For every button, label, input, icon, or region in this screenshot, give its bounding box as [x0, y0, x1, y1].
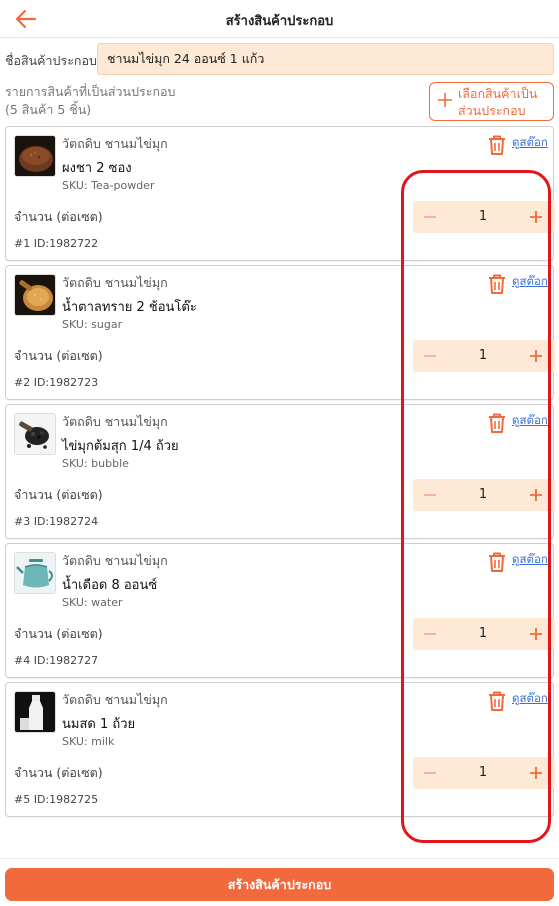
trash-icon[interactable]: [487, 690, 507, 712]
minus-icon[interactable]: [415, 201, 445, 233]
minus-icon[interactable]: [415, 618, 445, 650]
bundle-name-row: ชื่อสินค้าประกอบ: [0, 43, 559, 75]
select-components-label: เลือกสินค้าเป็น ส่วนประกอบ: [458, 86, 538, 118]
page-title: สร้างสินค้าประกอบ: [225, 14, 334, 29]
trash-icon[interactable]: [487, 412, 507, 434]
select-components-button[interactable]: เลือกสินค้าเป็น ส่วนประกอบ: [429, 82, 554, 121]
component-list-header: รายการสินค้าที่เป็นส่วนประกอบ (5 สินค้า …: [5, 83, 175, 119]
item-name: ผงชา 2 ซอง: [62, 161, 132, 176]
qty-value[interactable]: 1: [453, 201, 513, 233]
sugar-image: [14, 274, 56, 316]
plus-icon[interactable]: [521, 618, 551, 650]
quantity-stepper: 1: [413, 340, 555, 372]
plus-icon: [438, 93, 452, 107]
qty-label: จำนวน (ต่อเซต): [14, 209, 103, 224]
item-sku: SKU: water: [62, 596, 123, 609]
component-list-title: รายการสินค้าที่เป็นส่วนประกอบ: [5, 84, 176, 99]
quantity-stepper: 1: [413, 479, 555, 511]
trash-icon[interactable]: [487, 134, 507, 156]
item-category: วัตถดิบ ชานมไข่มุก: [62, 553, 168, 568]
item-name: นมสด 1 ถ้วย: [62, 717, 136, 732]
component-card: วัตถดิบ ชานมไข่มุก น้ำตาลทราย 2 ช้อนโต๊ะ…: [5, 265, 555, 400]
item-sku: SKU: bubble: [62, 457, 129, 470]
item-id: #4 ID:1982727: [14, 654, 99, 667]
item-category: วัตถดิบ ชานมไข่มุก: [62, 275, 168, 290]
trash-icon[interactable]: [487, 273, 507, 295]
bundle-name-label: ชื่อสินค้าประกอบ: [5, 53, 97, 68]
item-id: #5 ID:1982725: [14, 793, 99, 806]
component-card: วัตถดิบ ชานมไข่มุก ไข่มุกต้มสุก 1/4 ถ้วย…: [5, 404, 555, 539]
item-category: วัตถดิบ ชานมไข่มุก: [62, 136, 168, 151]
top-bar: สร้างสินค้าประกอบ: [0, 0, 559, 38]
view-stock-link[interactable]: ดูสต๊อก: [512, 690, 548, 708]
milk-image: [14, 691, 56, 733]
item-name: น้ำเดือด 8 ออนซ์: [62, 578, 158, 593]
qty-label: จำนวน (ต่อเซต): [14, 487, 103, 502]
minus-icon[interactable]: [415, 479, 445, 511]
qty-label: จำนวน (ต่อเซต): [14, 765, 103, 780]
minus-icon[interactable]: [415, 340, 445, 372]
qty-value[interactable]: 1: [453, 479, 513, 511]
view-stock-link[interactable]: ดูสต๊อก: [512, 134, 548, 152]
item-sku: SKU: Tea-powder: [62, 179, 155, 192]
item-id: #1 ID:1982722: [14, 237, 99, 250]
component-card: วัตถดิบ ชานมไข่มุก ผงชา 2 ซอง SKU: Tea-p…: [5, 126, 555, 261]
item-id: #3 ID:1982724: [14, 515, 99, 528]
create-bundle-button[interactable]: สร้างสินค้าประกอบ: [5, 868, 554, 901]
item-name: น้ำตาลทราย 2 ช้อนโต๊ะ: [62, 300, 197, 315]
view-stock-link[interactable]: ดูสต๊อก: [512, 273, 548, 291]
plus-icon[interactable]: [521, 340, 551, 372]
view-stock-link[interactable]: ดูสต๊อก: [512, 412, 548, 430]
plus-icon[interactable]: [521, 757, 551, 789]
view-stock-link[interactable]: ดูสต๊อก: [512, 551, 548, 569]
item-category: วัตถดิบ ชานมไข่มุก: [62, 414, 168, 429]
item-sku: SKU: milk: [62, 735, 115, 748]
minus-icon[interactable]: [415, 757, 445, 789]
bubble-image: [14, 413, 56, 455]
item-name: ไข่มุกต้มสุก 1/4 ถ้วย: [62, 439, 179, 454]
bottom-bar: สร้างสินค้าประกอบ: [0, 858, 559, 906]
qty-value[interactable]: 1: [453, 618, 513, 650]
component-card: วัตถดิบ ชานมไข่มุก น้ำเดือด 8 ออนซ์ SKU:…: [5, 543, 555, 678]
quantity-stepper: 1: [413, 757, 555, 789]
qty-value[interactable]: 1: [453, 757, 513, 789]
bundle-name-input[interactable]: [97, 43, 554, 75]
item-sku: SKU: sugar: [62, 318, 123, 331]
quantity-stepper: 1: [413, 201, 555, 233]
item-id: #2 ID:1982723: [14, 376, 99, 389]
tea-powder-image: [14, 135, 56, 177]
trash-icon[interactable]: [487, 551, 507, 573]
kettle-image: [14, 552, 56, 594]
component-card: วัตถดิบ ชานมไข่มุก นมสด 1 ถ้วย SKU: milk…: [5, 682, 555, 817]
plus-icon[interactable]: [521, 479, 551, 511]
qty-value[interactable]: 1: [453, 340, 513, 372]
qty-label: จำนวน (ต่อเซต): [14, 626, 103, 641]
quantity-stepper: 1: [413, 618, 555, 650]
plus-icon[interactable]: [521, 201, 551, 233]
component-count: (5 สินค้า 5 ชิ้น): [5, 102, 92, 117]
qty-label: จำนวน (ต่อเซต): [14, 348, 103, 363]
item-category: วัตถดิบ ชานมไข่มุก: [62, 692, 168, 707]
